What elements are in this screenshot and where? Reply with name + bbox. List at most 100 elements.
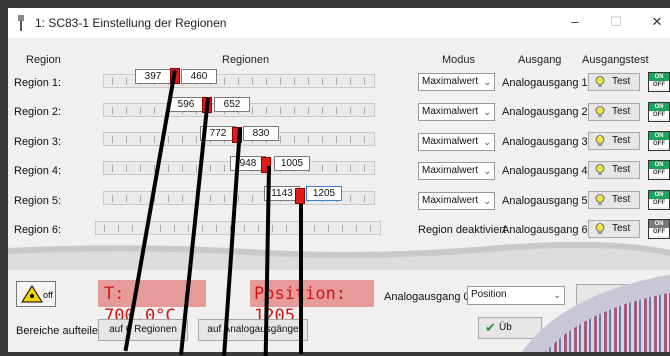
- laser-warning-icon: off: [21, 285, 53, 303]
- slider-tick: [308, 136, 309, 143]
- slider-tick: [252, 195, 253, 202]
- lightbulb-icon: [595, 164, 605, 175]
- slider-tick: [118, 225, 119, 232]
- chevron-down-icon: ⌄: [483, 77, 491, 87]
- region-label-1: Region 1:: [14, 77, 62, 89]
- slider-tick: [322, 165, 323, 172]
- slider-tick: [272, 225, 273, 232]
- close-button[interactable]: ✕: [647, 14, 667, 32]
- region-min-1[interactable]: 397: [135, 69, 171, 84]
- chevron-down-icon: ⌄: [483, 107, 491, 117]
- lightbulb-icon: [595, 106, 605, 117]
- slider-tick: [238, 195, 239, 202]
- maximize-button[interactable]: ☐: [606, 14, 626, 32]
- toggle-switch-2[interactable]: ON OFF: [648, 102, 670, 122]
- checkmark-icon: ✔: [485, 320, 496, 335]
- slider-tick: [224, 78, 225, 85]
- mode-select-1[interactable]: Maximalwert ⌄: [418, 73, 495, 91]
- split-regions-button[interactable]: auf 6 Regionen: [98, 319, 188, 341]
- slider-tick: [126, 195, 127, 202]
- slider-tick: [202, 225, 203, 232]
- slider-tick: [350, 165, 351, 172]
- minimize-button[interactable]: –: [565, 14, 585, 32]
- slider-tick: [196, 165, 197, 172]
- test-button-3[interactable]: Test: [588, 132, 640, 150]
- mode-select-3[interactable]: Maximalwert ⌄: [418, 133, 495, 151]
- slider-tick: [140, 136, 141, 143]
- slider-tick: [364, 78, 365, 85]
- slider-tick: [140, 195, 141, 202]
- mode-select-5[interactable]: Maximalwert ⌄: [418, 192, 495, 210]
- slider-tick: [286, 225, 287, 232]
- chevron-down-icon: ⌄: [483, 137, 491, 147]
- slider-tick: [266, 107, 267, 114]
- split-outputs-button[interactable]: auf Analogausgänge: [198, 319, 308, 341]
- curtain-overlay-image: [521, 274, 670, 352]
- test-button-2[interactable]: Test: [588, 103, 640, 121]
- toggle-switch-6[interactable]: ON OFF: [648, 219, 670, 239]
- slider-tick: [370, 225, 371, 232]
- slider-tick: [168, 136, 169, 143]
- region-max-5[interactable]: 1205: [306, 186, 342, 201]
- slider-tick: [224, 165, 225, 172]
- slider-tick: [182, 165, 183, 172]
- region-handle-5[interactable]: [295, 188, 305, 204]
- slider-tick: [126, 165, 127, 172]
- laser-toggle-button[interactable]: off: [16, 281, 56, 307]
- region-max-2[interactable]: 652: [214, 97, 250, 112]
- slider-tick: [168, 195, 169, 202]
- slider-tick: [252, 78, 253, 85]
- mode-select-4[interactable]: Maximalwert ⌄: [418, 162, 495, 180]
- toggle-switch-4[interactable]: ON OFF: [648, 160, 670, 180]
- test-button-6[interactable]: Test: [588, 220, 640, 238]
- slider-tick: [224, 195, 225, 202]
- slider-tick: [160, 225, 161, 232]
- slider-tick: [350, 195, 351, 202]
- region-max-1[interactable]: 460: [181, 69, 217, 84]
- output-label-5: Analogausgang 5: [502, 195, 588, 207]
- window-title: 1: SC83-1 Einstellung der Regionen: [35, 16, 227, 30]
- analog-output-label: Analogausgang 0:: [384, 291, 473, 303]
- output-label-1: Analogausgang 1: [502, 77, 588, 89]
- slider-tick: [182, 136, 183, 143]
- output-label-2: Analogausgang 2: [502, 106, 588, 118]
- lightbulb-icon: [595, 223, 605, 234]
- region-slider-6[interactable]: [95, 221, 381, 235]
- region-max-4[interactable]: 1005: [274, 156, 310, 171]
- slider-tick: [364, 136, 365, 143]
- toggle-switch-3[interactable]: ON OFF: [648, 131, 670, 151]
- split-label: Bereiche aufteilen:: [16, 325, 108, 337]
- test-button-5[interactable]: Test: [588, 191, 640, 209]
- slider-tick: [104, 225, 105, 232]
- title-bar: 1: SC83-1 Einstellung der Regionen – ☐ ✕: [8, 8, 670, 38]
- region-min-2[interactable]: 596: [168, 97, 204, 112]
- slider-tick: [308, 78, 309, 85]
- slider-tick: [126, 78, 127, 85]
- slider-tick: [140, 107, 141, 114]
- header-regionen: Regionen: [222, 54, 270, 66]
- slider-tick: [154, 107, 155, 114]
- slider-tick: [308, 107, 309, 114]
- region-max-3[interactable]: 830: [243, 126, 279, 141]
- settings-window: 1: SC83-1 Einstellung der Regionen – ☐ ✕…: [8, 8, 670, 352]
- slider-tick: [364, 107, 365, 114]
- chevron-down-icon: ⌄: [483, 196, 491, 206]
- test-button-1[interactable]: Test: [588, 73, 640, 91]
- slider-tick: [182, 195, 183, 202]
- slider-tick: [314, 225, 315, 232]
- slider-tick: [216, 225, 217, 232]
- toggle-switch-5[interactable]: ON OFF: [648, 190, 670, 210]
- mode-value-1: Maximalwert: [422, 76, 479, 87]
- slider-tick: [336, 107, 337, 114]
- output-label-6: Analogausgang 6: [502, 224, 588, 236]
- slider-tick: [322, 78, 323, 85]
- toggle-switch-1[interactable]: ON OFF: [648, 72, 670, 92]
- slider-tick: [294, 136, 295, 143]
- mode-select-2[interactable]: Maximalwert ⌄: [418, 103, 495, 121]
- slider-tick: [350, 107, 351, 114]
- test-button-4[interactable]: Test: [588, 161, 640, 179]
- output-label-4: Analogausgang 4: [502, 165, 588, 177]
- slider-tick: [336, 136, 337, 143]
- slider-tick: [126, 107, 127, 114]
- lightbulb-icon: [595, 76, 605, 87]
